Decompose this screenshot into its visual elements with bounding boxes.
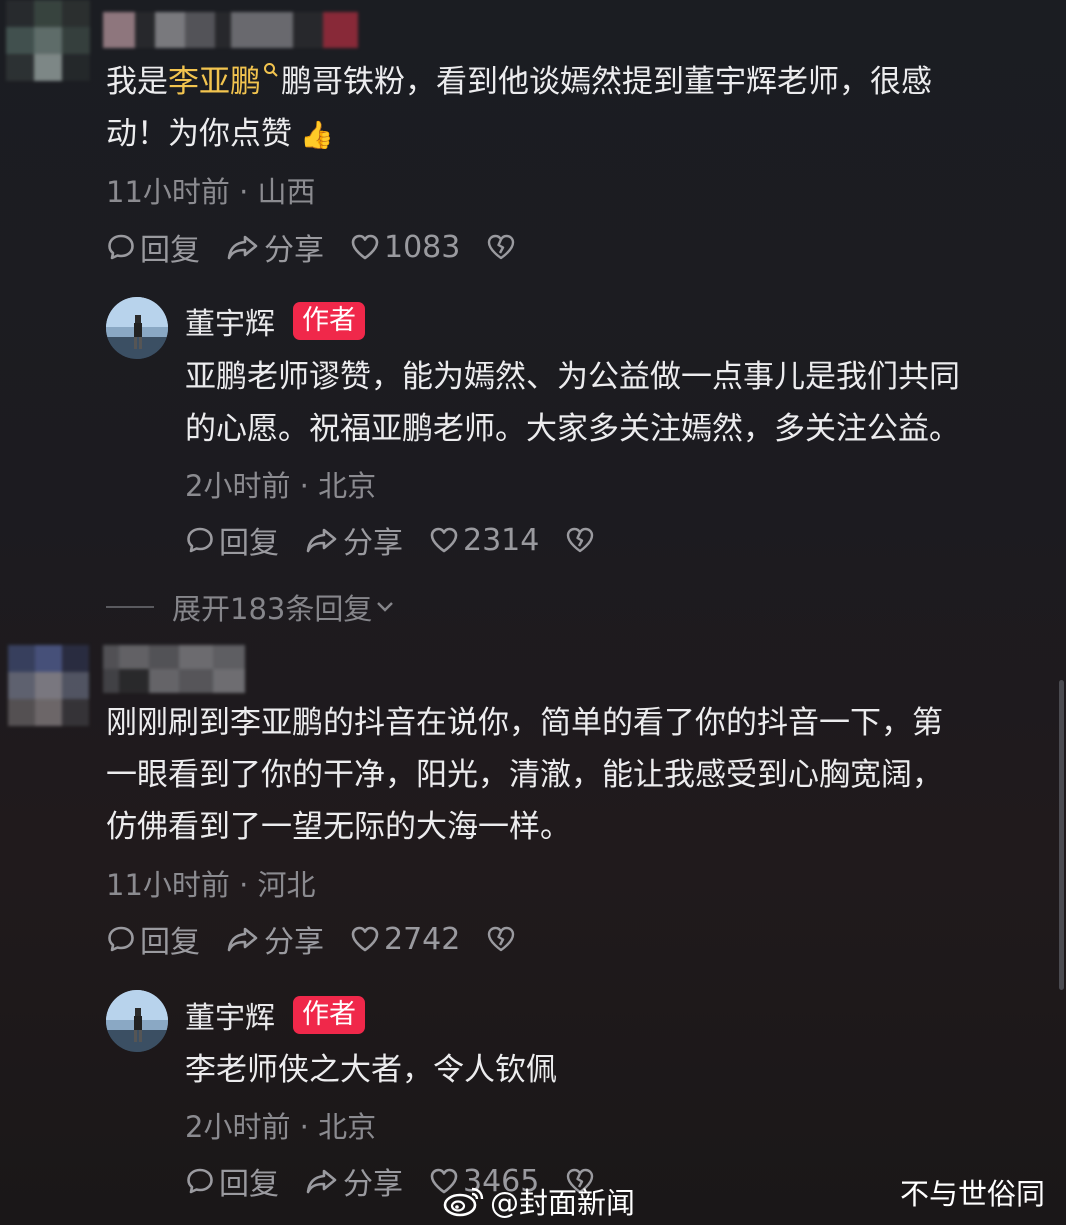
reply-text-line1: 亚鹏老师谬赞，能为嫣然、为公益做一点事儿是我们共同: [185, 359, 960, 395]
reply-button[interactable]: 回复: [185, 1159, 279, 1203]
reply-actions: 回复 分享 2314: [185, 518, 625, 562]
source-watermark: 不与世俗同: [900, 1177, 1046, 1211]
comment-text-segment: 我是: [106, 64, 168, 100]
reply-meta: 2小时前 · 北京: [185, 469, 377, 503]
broken-heart-icon: [567, 527, 594, 553]
share-label: 分享: [343, 1167, 403, 1202]
expand-label: 展开183条回复: [172, 592, 373, 626]
weibo-watermark: @封面新闻: [442, 1180, 635, 1222]
heart-icon: [351, 926, 379, 952]
comment-meta: 11小时前 · 河北: [106, 868, 316, 902]
like-button[interactable]: 1083: [350, 230, 460, 265]
comment-text-segment: 鹏哥铁粉，看到他谈嫣然提到董宇辉老师，很感: [281, 64, 932, 100]
like-button[interactable]: 2314: [429, 523, 539, 558]
like-count: 1083: [384, 229, 461, 265]
reply-meta: 2小时前 · 北京: [185, 1110, 377, 1144]
reply-button[interactable]: 回复: [106, 225, 200, 269]
comment-bubble-icon: [187, 1168, 213, 1194]
reply-label: 回复: [219, 526, 279, 561]
mention-link[interactable]: 李亚鹏: [168, 64, 261, 100]
share-arrow-icon: [306, 528, 337, 553]
reply-text-line1: 李老师侠之大者，令人钦佩: [185, 1052, 557, 1088]
expand-divider: [106, 606, 154, 608]
author-badge: 作者: [293, 996, 365, 1034]
reply-text-line2: 的心愿。祝福亚鹏老师。大家多关注嫣然，多关注公益。: [185, 411, 960, 447]
reply-label: 回复: [140, 233, 200, 268]
comment-text: 我是李亚鹏 鹏哥铁粉，看到他谈嫣然提到董宇辉老师，很感: [106, 56, 932, 108]
share-arrow-icon: [306, 1169, 337, 1194]
avatar-pixelated[interactable]: [6, 0, 90, 81]
reply-button[interactable]: 回复: [106, 917, 200, 961]
share-label: 分享: [264, 233, 324, 268]
expand-replies-button[interactable]: 展开183条回复: [106, 586, 396, 628]
heart-icon: [430, 527, 458, 553]
dislike-button[interactable]: [565, 525, 599, 555]
avatar-image: [106, 990, 168, 1052]
share-label: 分享: [264, 925, 324, 960]
reply-button[interactable]: 回复: [185, 518, 279, 562]
heart-icon: [351, 234, 379, 260]
comment-text-line3: 仿佛看到了一望无际的大海一样。: [106, 809, 571, 845]
search-icon[interactable]: [263, 62, 279, 78]
share-button[interactable]: 分享: [305, 518, 403, 562]
share-button[interactable]: 分享: [226, 917, 324, 961]
comment-bubble-icon: [108, 234, 134, 260]
comment-text-segment: 动！为你点赞: [106, 116, 292, 152]
comment-actions: 回复 分享 1083: [106, 225, 546, 269]
dislike-button[interactable]: [486, 232, 520, 262]
comment-actions: 回复 分享 2742: [106, 917, 546, 961]
author-badge: 作者: [293, 302, 365, 340]
username-pixelated[interactable]: [103, 645, 245, 693]
broken-heart-icon: [488, 234, 515, 260]
thumbs-up-emoji: 👍: [300, 120, 334, 151]
share-arrow-icon: [227, 235, 258, 260]
username-pixelated[interactable]: [103, 12, 358, 48]
comment-bubble-icon: [108, 926, 134, 952]
share-button[interactable]: 分享: [305, 1159, 403, 1203]
like-button[interactable]: 2742: [350, 922, 460, 957]
scrollbar[interactable]: [1059, 680, 1064, 990]
reply-label: 回复: [219, 1167, 279, 1202]
share-button[interactable]: 分享: [226, 225, 324, 269]
author-name[interactable]: 董宇辉: [185, 993, 275, 1037]
share-arrow-icon: [227, 927, 258, 952]
author-avatar[interactable]: [106, 990, 168, 1052]
comment-text-line1: 刚刚刷到李亚鹏的抖音在说你，简单的看了你的抖音一下，第: [106, 705, 943, 741]
avatar-pixelated[interactable]: [8, 645, 89, 726]
weibo-watermark-text: @封面新闻: [490, 1186, 636, 1220]
like-count: 2314: [463, 522, 540, 558]
comment-bubble-icon: [187, 527, 213, 553]
author-avatar[interactable]: [106, 297, 168, 359]
avatar-image: [106, 297, 168, 359]
reply-label: 回复: [140, 925, 200, 960]
broken-heart-icon: [488, 926, 515, 952]
weibo-logo-icon: [443, 1187, 484, 1217]
comment-meta: 11小时前 · 山西: [106, 175, 316, 209]
author-name[interactable]: 董宇辉: [185, 299, 275, 343]
share-label: 分享: [343, 526, 403, 561]
comment-text-line2: 一眼看到了你的干净，阳光，清澈，能让我感受到心胸宽阔，: [106, 757, 943, 793]
like-count: 2742: [384, 921, 461, 957]
comment-text-line2: 动！为你点赞 👍: [106, 108, 334, 162]
dislike-button[interactable]: [486, 924, 520, 954]
chevron-down-icon: [377, 602, 394, 612]
